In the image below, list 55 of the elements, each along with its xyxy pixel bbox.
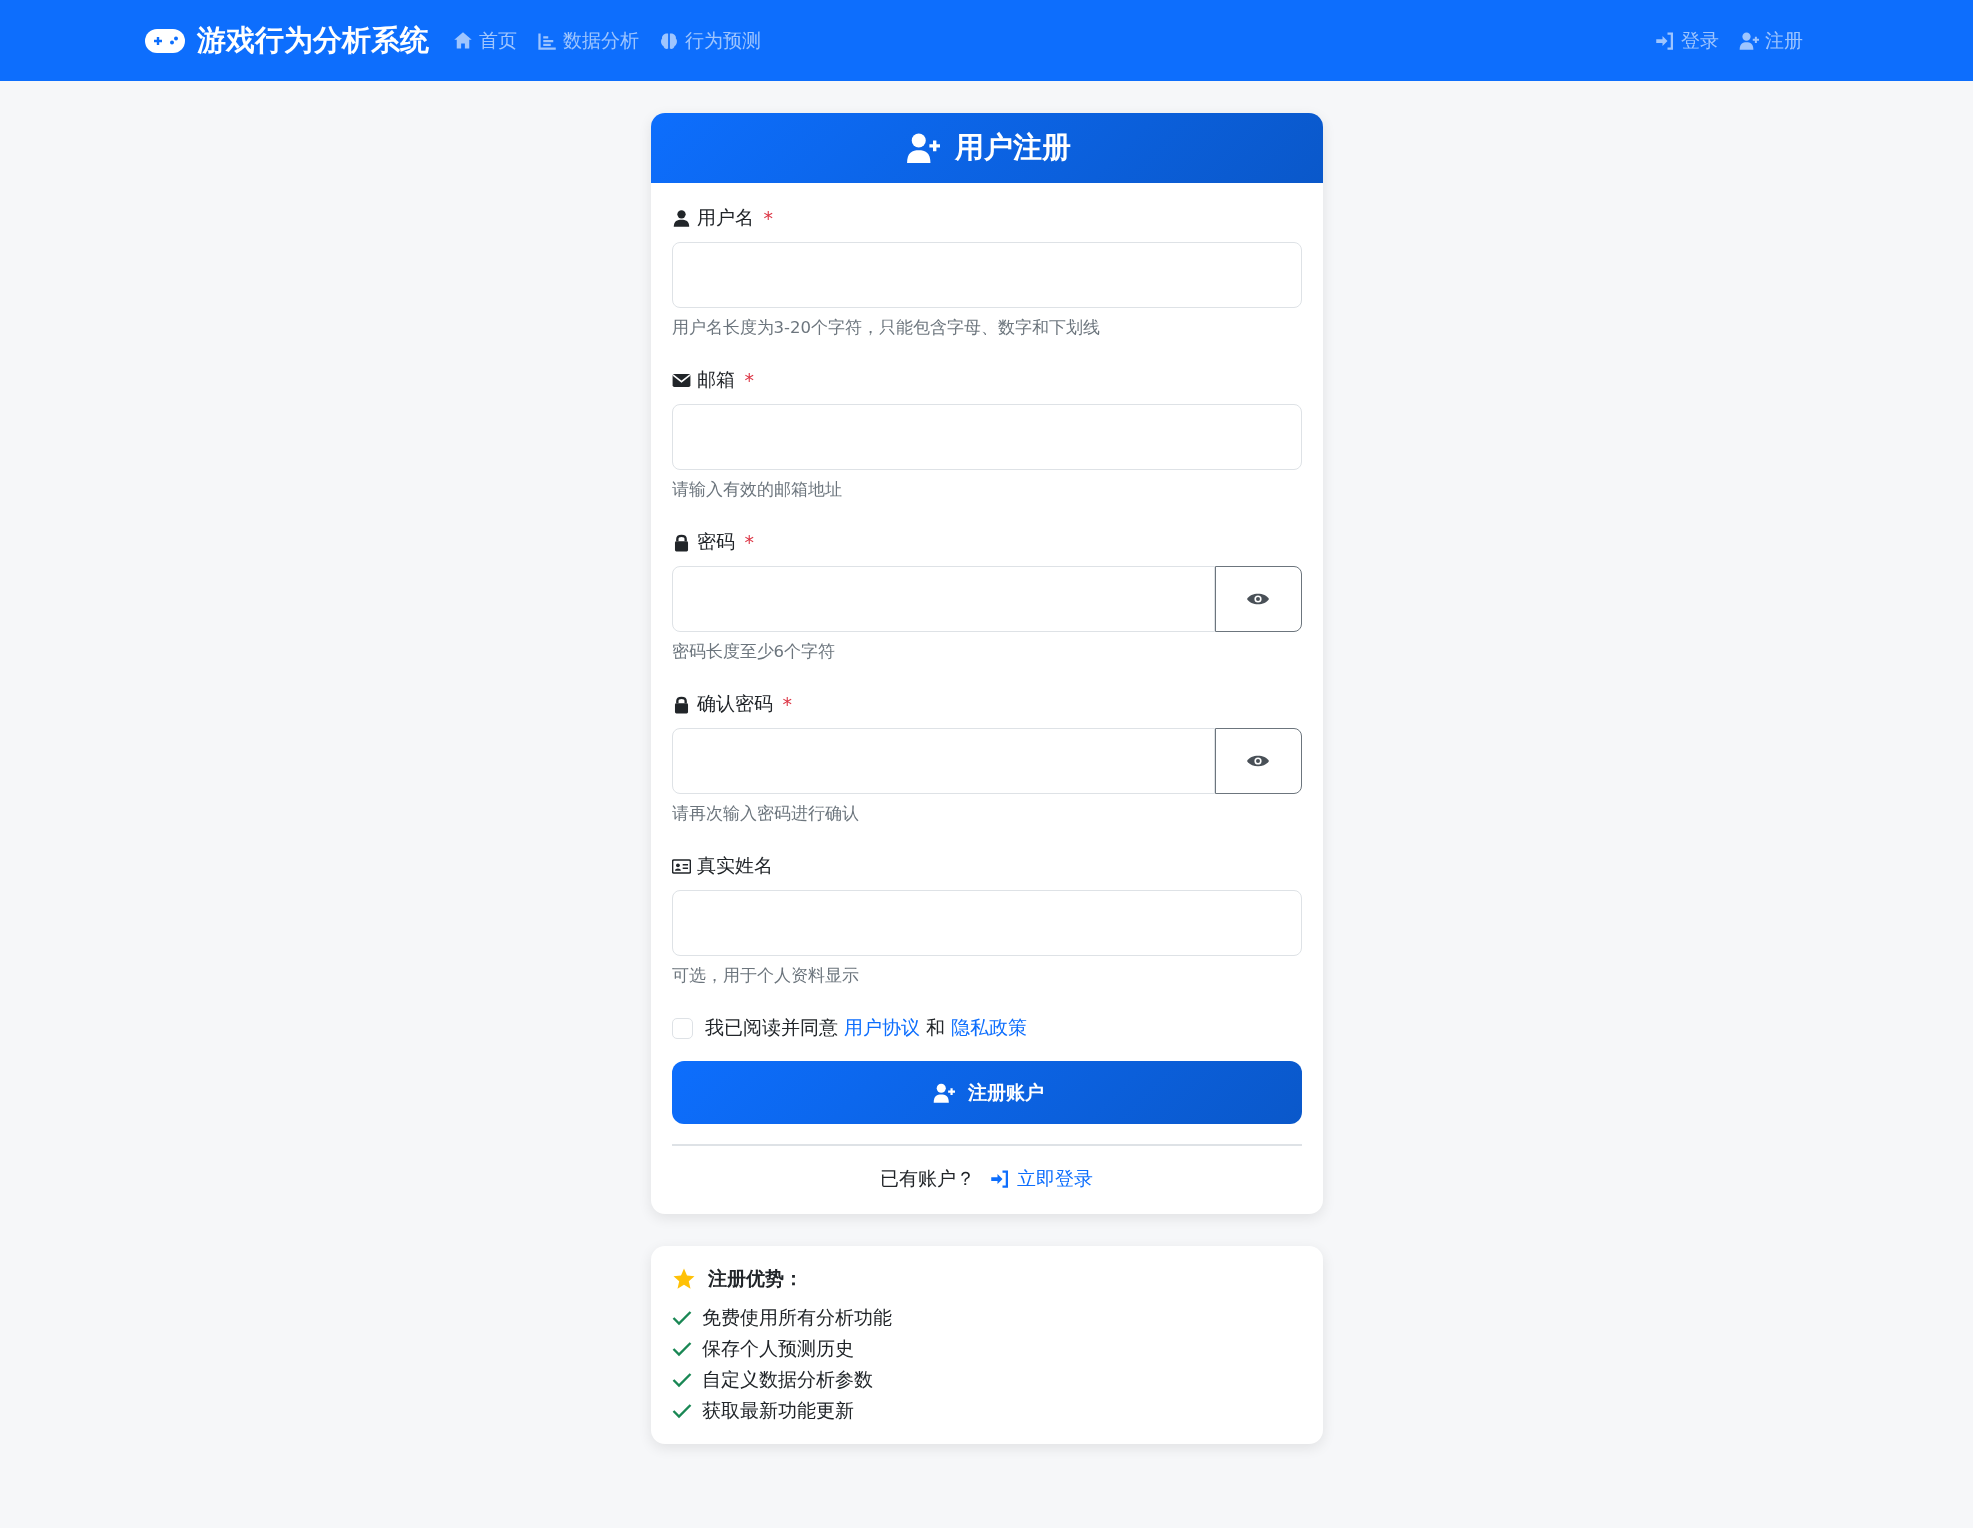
sign-in-icon bbox=[1655, 30, 1675, 51]
agree-checkbox[interactable] bbox=[671, 1017, 693, 1039]
sign-in-icon bbox=[989, 1169, 1011, 1189]
nav-link[interactable]: 首页 bbox=[453, 21, 517, 60]
required-mark: * bbox=[782, 693, 792, 715]
eye-icon bbox=[1246, 753, 1270, 769]
user-plus-icon bbox=[1739, 30, 1759, 51]
benefits-title: 注册优势： bbox=[707, 1266, 803, 1291]
field-hint: 请再次输入密码进行确认 bbox=[671, 803, 860, 825]
benefit-item: 自定义数据分析参数 bbox=[701, 1367, 873, 1392]
register-button[interactable]: 注册账户 bbox=[671, 1061, 1302, 1124]
gamepad-icon bbox=[145, 28, 185, 53]
benefit-item: 获取最新功能更新 bbox=[701, 1398, 854, 1423]
check-icon bbox=[671, 1401, 692, 1420]
field-label: 真实姓名 bbox=[696, 853, 773, 878]
star-icon bbox=[671, 1267, 696, 1291]
check-icon bbox=[671, 1308, 692, 1327]
brain-icon bbox=[659, 30, 679, 51]
password-field[interactable] bbox=[671, 728, 1215, 794]
nav-link[interactable]: 注册 bbox=[1739, 21, 1803, 60]
check-icon bbox=[671, 1370, 692, 1389]
nav-link[interactable]: 行为预测 bbox=[659, 21, 761, 60]
user-agreement-link[interactable]: 用户协议 bbox=[843, 1016, 920, 1038]
field-label: 用户名 bbox=[696, 205, 754, 230]
required-mark: * bbox=[744, 531, 754, 553]
benefit-item: 免费使用所有分析功能 bbox=[701, 1305, 892, 1330]
field-hint: 密码长度至少6个字符 bbox=[671, 641, 836, 663]
nav-link[interactable]: 登录 bbox=[1655, 21, 1719, 60]
field-label: 邮箱 bbox=[696, 367, 735, 392]
benefit-item: 保存个人预测历史 bbox=[701, 1336, 854, 1361]
password-field[interactable] bbox=[671, 566, 1215, 632]
eye-icon bbox=[1246, 591, 1270, 607]
login-prompt: 已有账户？ bbox=[880, 1166, 975, 1191]
privacy-policy-link[interactable]: 隐私政策 bbox=[950, 1016, 1027, 1038]
show-password-button[interactable] bbox=[1214, 566, 1302, 632]
field-label: 确认密码 bbox=[696, 691, 773, 716]
show-password-button[interactable] bbox=[1214, 728, 1302, 794]
terms-text: 我已阅读并同意 用户协议 和 隐私政策 bbox=[704, 1015, 1027, 1040]
id-card-icon bbox=[671, 856, 691, 876]
field-hint: 可选，用于个人资料显示 bbox=[671, 965, 860, 987]
field-hint: 用户名长度为3-20个字符，只能包含字母、数字和下划线 bbox=[671, 317, 1101, 339]
input-field[interactable] bbox=[671, 404, 1302, 470]
nav-link[interactable]: 数据分析 bbox=[537, 21, 639, 60]
user-icon bbox=[671, 208, 691, 228]
required-mark: * bbox=[763, 207, 773, 229]
input-field[interactable] bbox=[671, 242, 1302, 308]
card-title: 用户注册 bbox=[954, 129, 1071, 166]
input-field[interactable] bbox=[671, 890, 1302, 956]
login-link[interactable]: 立即登录 bbox=[989, 1166, 1093, 1192]
home-icon bbox=[453, 30, 473, 51]
field-hint: 请输入有效的邮箱地址 bbox=[671, 479, 843, 501]
field-label: 密码 bbox=[696, 529, 735, 554]
check-icon bbox=[671, 1339, 692, 1358]
brand-title: 游戏行为分析系统 bbox=[197, 21, 429, 59]
required-mark: * bbox=[744, 369, 754, 391]
